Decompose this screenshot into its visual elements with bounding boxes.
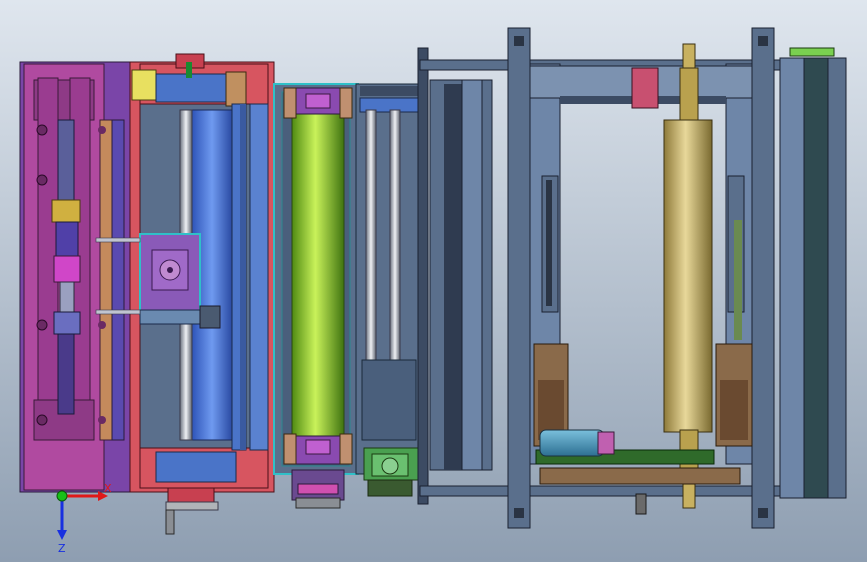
lift-cylinder-assembly	[19, 61, 131, 493]
z-axis-label: Z	[58, 542, 66, 555]
green-roller-unit	[273, 83, 359, 509]
x-axis-label: X	[104, 482, 112, 495]
twin-rod-frame	[355, 83, 423, 497]
y-axis-arrow	[56, 490, 68, 502]
cad-viewport[interactable]: X Z	[0, 0, 867, 562]
